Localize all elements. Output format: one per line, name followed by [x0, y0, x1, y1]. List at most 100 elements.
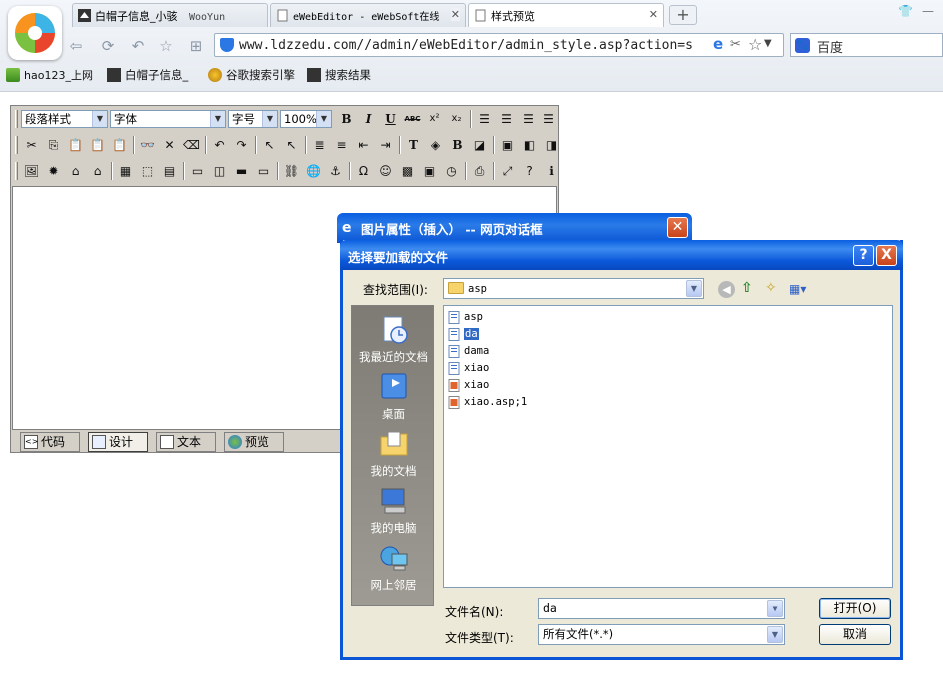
ie-icon[interactable]: e — [713, 35, 723, 53]
underline-button[interactable]: U — [380, 109, 401, 129]
bookmark-wooyun[interactable]: 白帽子信息_ — [107, 67, 188, 83]
tab-style-preview[interactable]: 样式预览 ✕ — [468, 3, 664, 27]
insert-file-icon[interactable]: ⌂ — [87, 161, 108, 181]
bookmark-google-search[interactable]: 谷歌搜索引擎 — [208, 67, 295, 83]
file-list[interactable]: asp da dama xiao xiao xiao.asp;1 — [443, 305, 893, 588]
skin-icon[interactable]: 👕 — [898, 4, 914, 20]
refresh-icon[interactable]: ⟳ — [98, 36, 118, 56]
search-box[interactable]: 🐾 百度 — [790, 33, 943, 57]
insert-link-icon[interactable]: ⛓ — [281, 161, 302, 181]
ordered-list-icon[interactable]: ≣ — [309, 135, 330, 155]
insert-iframe-icon[interactable]: ◫ — [209, 161, 230, 181]
close-button[interactable]: ✕ — [667, 217, 688, 238]
insert-time-icon[interactable]: ◷ — [441, 161, 462, 181]
filename-input[interactable]: da ▼ — [538, 598, 785, 619]
address-bar[interactable]: www.ldzzedu.com//admin/eWebEditor/admin_… — [214, 33, 784, 57]
insert-marquee-icon[interactable]: ▭ — [253, 161, 274, 181]
mode-tab-code[interactable]: <> 代码 — [20, 432, 80, 452]
forward-layer-icon[interactable]: ◧ — [519, 135, 540, 155]
find-icon[interactable]: 👓 — [137, 135, 158, 155]
insert-row-icon[interactable]: ▤ — [159, 161, 180, 181]
backward-layer-icon[interactable]: ◨ — [541, 135, 562, 155]
font-select[interactable]: 字体 ▼ — [110, 110, 226, 128]
mode-tab-text[interactable]: 文本 — [156, 432, 216, 452]
new-tab-button[interactable]: + — [669, 5, 697, 25]
insert-emoticon-icon[interactable]: ☺ — [375, 161, 396, 181]
subscript-button[interactable]: x₂ — [446, 109, 467, 129]
list-item[interactable]: xiao — [448, 378, 489, 393]
insert-fieldset-icon[interactable]: ▭ — [187, 161, 208, 181]
paragraph-style-select[interactable]: 段落样式 ▼ — [21, 110, 108, 128]
italic-button[interactable]: I — [358, 109, 379, 129]
favorite-star-icon[interactable]: ☆ — [156, 36, 176, 56]
remove-link-icon[interactable]: 🌐 — [303, 161, 324, 181]
remove-format-icon[interactable]: ◪ — [469, 135, 490, 155]
font-size-select[interactable]: 字号 ▼ — [228, 110, 278, 128]
address-dropdown-icon[interactable]: ▼ — [764, 38, 772, 49]
insert-media-icon[interactable]: ⌂ — [65, 161, 86, 181]
eraser-icon[interactable]: ⌫ — [181, 135, 202, 155]
undo-close-icon[interactable]: ↶ — [128, 36, 148, 56]
paste-word-icon[interactable]: 📋 — [109, 135, 130, 155]
strikethrough-button[interactable]: ABC — [402, 109, 423, 129]
url-text[interactable]: www.ldzzedu.com//admin/eWebEditor/admin_… — [239, 38, 709, 53]
place-network[interactable]: 网上邻居 — [352, 542, 435, 593]
undo-icon[interactable]: ↶ — [209, 135, 230, 155]
paste-text-icon[interactable]: 📋 — [87, 135, 108, 155]
bookmark-star-icon[interactable]: ☆ — [748, 35, 762, 54]
font-color-icon[interactable]: T — [403, 135, 424, 155]
up-folder-icon[interactable]: ⇧ — [741, 280, 759, 298]
chevron-down-icon[interactable]: ▼ — [767, 600, 783, 617]
apps-grid-icon[interactable]: ⊞ — [186, 36, 206, 56]
list-item[interactable]: xiao — [448, 361, 489, 376]
insert-special-char-icon[interactable]: Ω — [353, 161, 374, 181]
copy-icon[interactable]: ⎘ — [43, 135, 64, 155]
table-properties-icon[interactable]: ⬚ — [137, 161, 158, 181]
scissors-icon[interactable]: ✂ — [730, 37, 741, 52]
about-icon[interactable]: ℹ — [541, 161, 562, 181]
place-recent[interactable]: 我最近的文档 — [352, 314, 435, 365]
outdent-icon[interactable]: ⇤ — [353, 135, 374, 155]
mode-tab-design[interactable]: 设计 — [88, 432, 148, 452]
place-desktop[interactable]: 桌面 — [352, 371, 435, 422]
bold-button[interactable]: B — [336, 109, 357, 129]
fullscreen-icon[interactable]: ⤢ — [497, 161, 518, 181]
cancel-button[interactable]: 取消 — [819, 624, 891, 645]
help-icon[interactable]: ? — [519, 161, 540, 181]
align-left-icon[interactable]: ☰ — [474, 109, 495, 129]
redo-icon[interactable]: ↷ — [231, 135, 252, 155]
bookmark-search-results[interactable]: 搜索结果 — [307, 67, 371, 83]
absolute-position-icon[interactable]: ▣ — [497, 135, 518, 155]
unordered-list-icon[interactable]: ≡ — [331, 135, 352, 155]
align-right-icon[interactable]: ☰ — [518, 109, 539, 129]
new-folder-icon[interactable]: ✧ — [765, 280, 783, 298]
close-icon[interactable]: ✕ — [450, 8, 460, 21]
tab-ewebeditor[interactable]: eWebEditor - eWebSoft在线 ✕ — [270, 3, 466, 27]
tab-wooyun[interactable]: 白帽子信息_小骇 WooYun — [72, 3, 268, 27]
bookmark-hao123[interactable]: hao123_上网 — [6, 67, 93, 83]
filetype-select[interactable]: 所有文件(*.*) ▼ — [538, 624, 785, 645]
align-center-icon[interactable]: ☰ — [496, 109, 517, 129]
back-icon[interactable]: ⇦ — [66, 36, 86, 56]
place-my-computer[interactable]: 我的电脑 — [352, 485, 435, 536]
insert-hr-icon[interactable]: ▬ — [231, 161, 252, 181]
zoom-select[interactable]: 100% ▼ — [280, 110, 332, 128]
list-item[interactable]: dama — [448, 344, 489, 359]
back-icon[interactable]: ◀ — [718, 281, 735, 298]
insert-image-icon[interactable]: 🖼 — [21, 161, 42, 181]
close-button[interactable]: X — [876, 245, 897, 266]
background-color-icon[interactable]: ◈ — [425, 135, 446, 155]
help-button[interactable]: ? — [853, 245, 874, 266]
mode-tab-preview[interactable]: 预览 — [224, 432, 284, 452]
list-item-selected[interactable]: da — [448, 327, 479, 342]
open-button[interactable]: 打开(O) — [819, 598, 891, 619]
superscript-button[interactable]: x² — [424, 109, 445, 129]
cut-icon[interactable]: ✂ — [21, 135, 42, 155]
insert-excel-icon[interactable]: ▩ — [397, 161, 418, 181]
insert-anchor-icon[interactable]: ⚓ — [325, 161, 346, 181]
select-pointer-icon[interactable]: ↖ — [259, 135, 280, 155]
minimize-icon[interactable]: — — [922, 4, 938, 20]
select-all-icon[interactable]: ↖ — [281, 135, 302, 155]
view-menu-icon[interactable]: ▦▾ — [789, 282, 813, 298]
delete-icon[interactable]: ✕ — [159, 135, 180, 155]
